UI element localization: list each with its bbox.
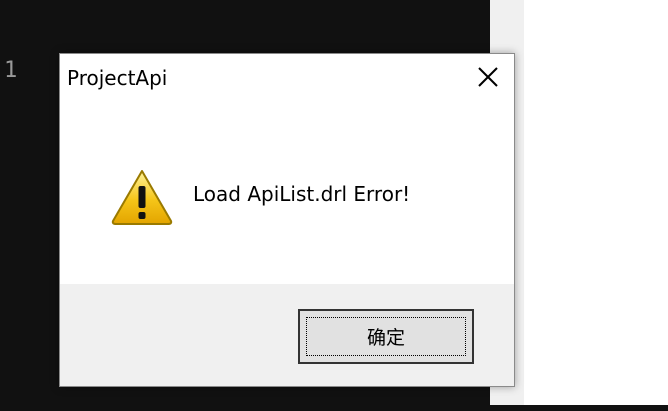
line-number: 1 xyxy=(4,58,18,83)
desktop-screen: 1 ProjectApi Load ApiList.drl Error! 确定 xyxy=(0,0,668,411)
background-bottom-strip xyxy=(490,405,668,411)
warning-icon xyxy=(110,168,174,226)
dialog-titlebar[interactable]: ProjectApi xyxy=(60,54,514,102)
dialog-title: ProjectApi xyxy=(67,66,168,90)
ok-button-focus-ring: 确定 xyxy=(306,317,466,356)
dialog-content: Load ApiList.drl Error! xyxy=(60,102,514,284)
ok-button-label: 确定 xyxy=(366,327,405,349)
error-message: Load ApiList.drl Error! xyxy=(193,182,411,206)
ok-button[interactable]: 确定 xyxy=(298,309,474,364)
background-window xyxy=(490,0,668,411)
error-message-dialog: ProjectApi Load ApiList.drl Error! 确定 xyxy=(59,53,515,387)
close-icon[interactable] xyxy=(472,62,504,94)
dialog-footer: 确定 xyxy=(60,284,514,386)
